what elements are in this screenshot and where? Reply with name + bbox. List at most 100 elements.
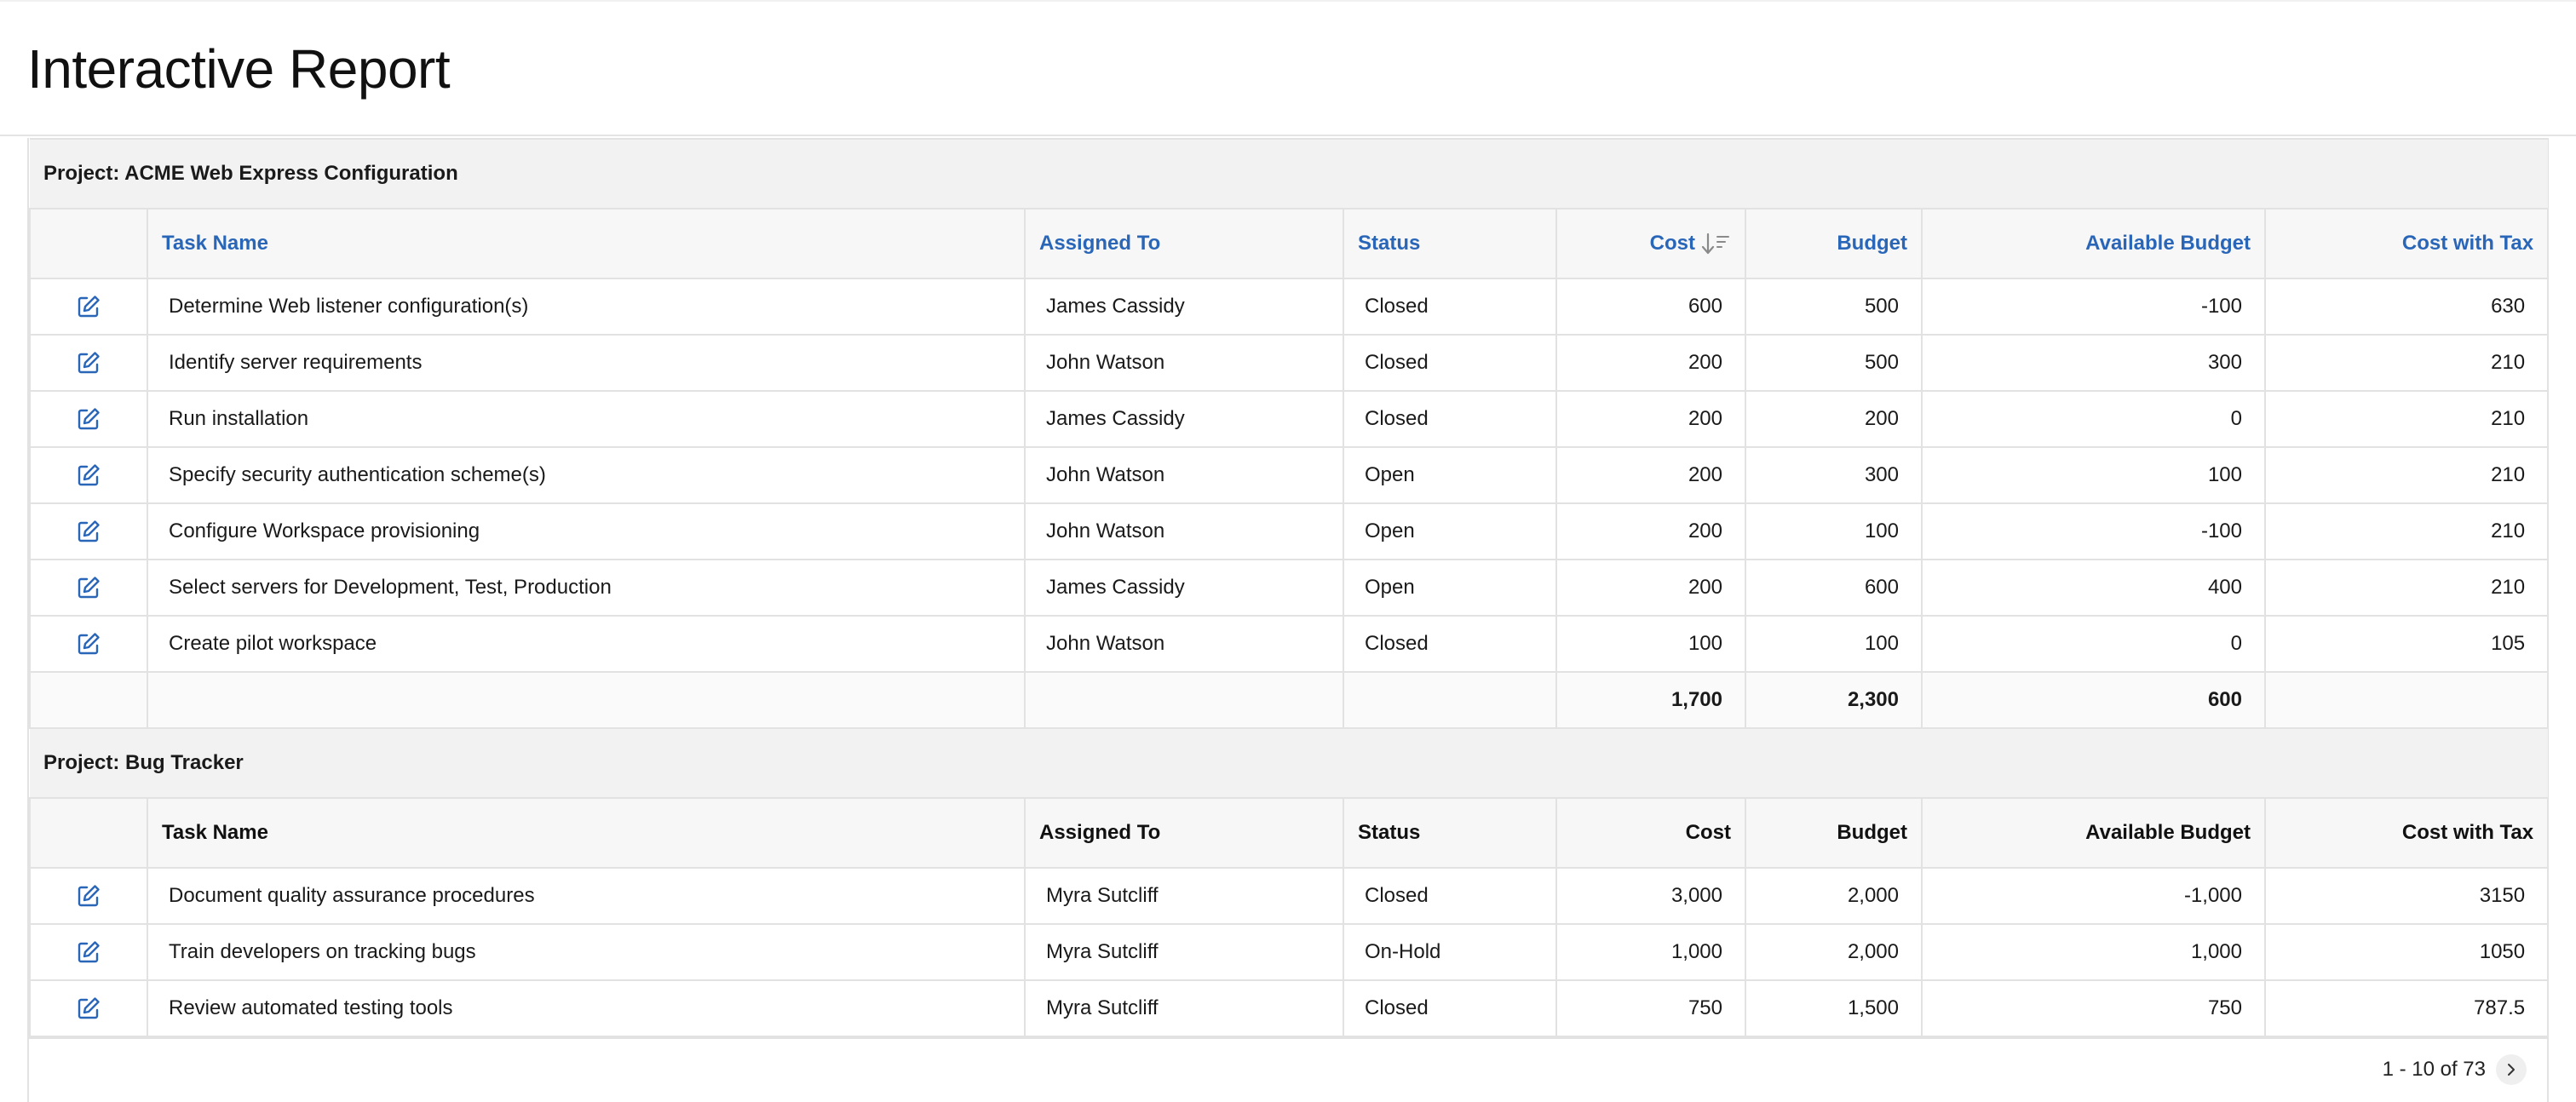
cell-status: Open [1343, 446, 1557, 504]
edit-icon [78, 997, 100, 1019]
cell-cost-with-tax: 210 [2263, 502, 2550, 560]
cell-status: Open [1343, 502, 1557, 560]
cell-cost-with-tax: 3150 [2263, 867, 2550, 925]
cell-task-name: Specify security authentication scheme(s… [147, 446, 1026, 504]
pagination: 1 - 10 of 73 [29, 1037, 2547, 1102]
cell-available-budget: 300 [1921, 334, 2266, 392]
cell-cost: 3,000 [1555, 867, 1746, 925]
cell-budget: 500 [1745, 278, 1923, 336]
edit-row-button[interactable] [29, 390, 148, 448]
cell-task-name: Document quality assurance procedures [147, 867, 1026, 925]
column-header-available-budget[interactable]: Available Budget [1921, 208, 2266, 279]
table-row: Determine Web listener configuration(s) J… [29, 278, 2550, 336]
cell-available-budget: 0 [1921, 390, 2266, 448]
column-header-assigned-to[interactable]: Assigned To [1024, 208, 1344, 279]
cell-available-budget: 1,000 [1921, 923, 2266, 981]
table-row: Identify server requirements John Watson C… [29, 334, 2550, 392]
cell-assigned-to: John Watson [1024, 615, 1344, 673]
cell-status: Closed [1343, 334, 1557, 392]
edit-row-button[interactable] [29, 979, 148, 1037]
totals-empty [1024, 671, 1344, 729]
cell-task-name: Create pilot workspace [147, 615, 1026, 673]
cell-status: Closed [1343, 867, 1557, 925]
edit-row-button[interactable] [29, 559, 148, 617]
edit-icon [78, 464, 100, 486]
cell-task-name: Train developers on tracking bugs [147, 923, 1026, 981]
group-acme-rows: Determine Web listener configuration(s) J… [29, 278, 2550, 673]
totals-empty [29, 671, 148, 729]
cell-cost-with-tax: 630 [2263, 278, 2550, 336]
cell-status: Open [1343, 559, 1557, 617]
cell-budget: 300 [1745, 446, 1923, 504]
cell-task-name: Determine Web listener configuration(s) [147, 278, 1026, 336]
edit-icon [78, 633, 100, 655]
cell-assigned-to: Myra Sutcliff [1024, 923, 1344, 981]
column-header-row: Task Name Assigned To Status Cost Budget… [29, 208, 2550, 279]
group-label: Project: Bug Tracker [30, 727, 2549, 799]
cell-assigned-to: John Watson [1024, 334, 1344, 392]
column-header-budget[interactable]: Budget [1745, 208, 1923, 279]
cell-cost-with-tax: 1050 [2263, 923, 2550, 981]
table-row: Specify security authentication scheme(s… [29, 446, 2550, 504]
column-header-cost-with-tax[interactable]: Cost with Tax [2263, 208, 2550, 279]
edit-icon [78, 296, 100, 318]
table-row: Document quality assurance procedures Myr… [29, 867, 2550, 925]
cell-assigned-to: Myra Sutcliff [1024, 979, 1344, 1037]
edit-row-button[interactable] [29, 278, 148, 336]
edit-icon [78, 577, 100, 599]
cell-status: Closed [1343, 390, 1557, 448]
column-header-assigned-to: Assigned To [1024, 797, 1344, 869]
column-header-cost-label: Cost [1649, 231, 1695, 255]
table-row: Run installation James Cassidy Closed 200 20… [29, 390, 2550, 448]
column-header-cost[interactable]: Cost [1555, 208, 1746, 279]
edit-row-button[interactable] [29, 446, 148, 504]
cell-cost-with-tax: 210 [2263, 390, 2550, 448]
cell-assigned-to: Myra Sutcliff [1024, 867, 1344, 925]
totals-empty [2263, 671, 2550, 729]
cell-status: On-Hold [1343, 923, 1557, 981]
totals-empty [1343, 671, 1557, 729]
cell-cost-with-tax: 105 [2263, 615, 2550, 673]
table-row: Select servers for Development, Test, Pr… [29, 559, 2550, 617]
column-header-task-name[interactable]: Task Name [147, 208, 1026, 279]
cell-assigned-to: James Cassidy [1024, 559, 1344, 617]
edit-row-button[interactable] [29, 334, 148, 392]
column-header-row: Task Name Assigned To Status Cost Budget… [29, 797, 2550, 869]
group-header: Project: Bug Tracker [30, 727, 2549, 799]
column-header-cost-with-tax: Cost with Tax [2263, 797, 2550, 869]
cell-cost-with-tax: 210 [2263, 334, 2550, 392]
edit-row-button[interactable] [29, 923, 148, 981]
cell-budget: 500 [1745, 334, 1923, 392]
table-row: Configure Workspace provisioning John Wat… [29, 502, 2550, 560]
cell-cost: 750 [1555, 979, 1746, 1037]
cell-status: Closed [1343, 278, 1557, 336]
cell-task-name: Identify server requirements [147, 334, 1026, 392]
page-header: Interactive Report [0, 0, 2576, 136]
column-header-status: Status [1343, 797, 1557, 869]
cell-cost: 200 [1555, 559, 1746, 617]
next-page-button[interactable] [2496, 1054, 2527, 1085]
cell-cost: 200 [1555, 334, 1746, 392]
cell-task-name: Select servers for Development, Test, Pr… [147, 559, 1026, 617]
group-header: Project: ACME Web Express Configuration [30, 138, 2549, 209]
table-row: Review automated testing tools Myra Sutcl… [29, 979, 2550, 1037]
cell-cost-with-tax: 787.5 [2263, 979, 2550, 1037]
interactive-report: Project: ACME Web Express Configuration … [27, 138, 2550, 1102]
cell-assigned-to: John Watson [1024, 446, 1344, 504]
edit-row-button[interactable] [29, 867, 148, 925]
group-acme: Project: ACME Web Express Configuration … [29, 138, 2550, 279]
cell-assigned-to: John Watson [1024, 502, 1344, 560]
group-acme-totals: 1,700 2,300 600 [29, 671, 2550, 729]
cell-task-name: Configure Workspace provisioning [147, 502, 1026, 560]
edit-column-header [29, 797, 148, 869]
cell-assigned-to: James Cassidy [1024, 278, 1344, 336]
cell-task-name: Review automated testing tools [147, 979, 1026, 1037]
edit-row-button[interactable] [29, 615, 148, 673]
edit-row-button[interactable] [29, 502, 148, 560]
cell-cost: 200 [1555, 390, 1746, 448]
cell-budget: 100 [1745, 615, 1923, 673]
column-header-status[interactable]: Status [1343, 208, 1557, 279]
edit-icon [78, 520, 100, 542]
cell-budget: 200 [1745, 390, 1923, 448]
cell-available-budget: -100 [1921, 278, 2266, 336]
